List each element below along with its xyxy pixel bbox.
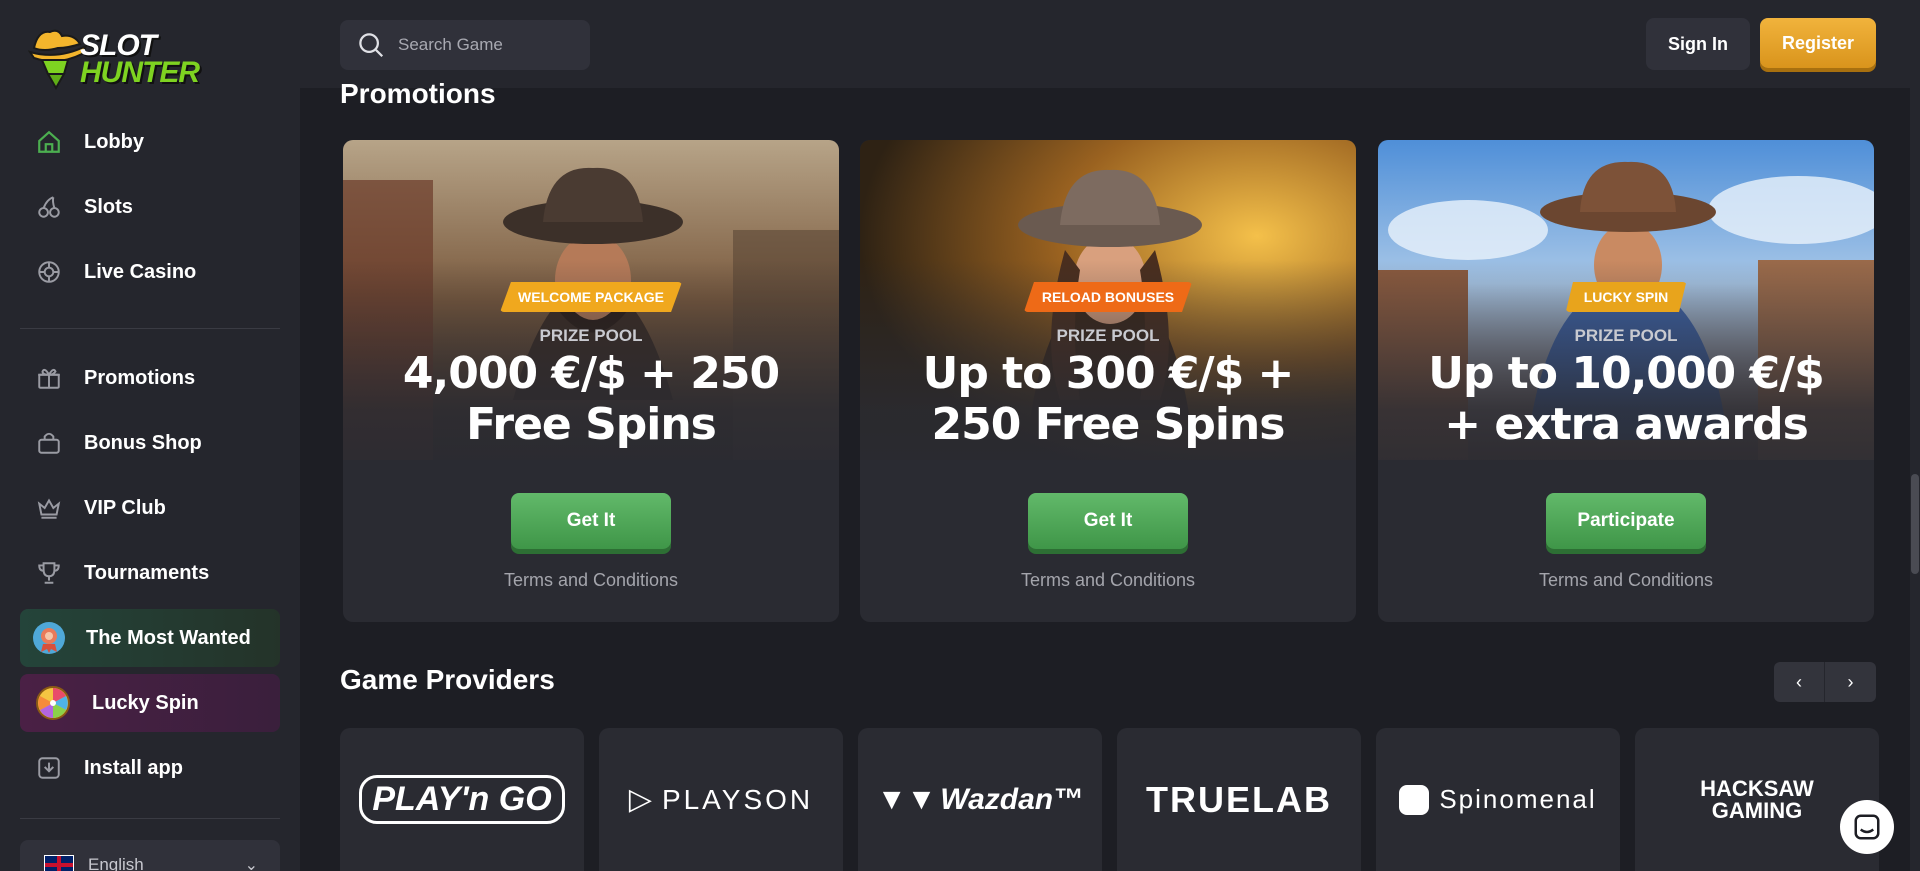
sidebar-item-bonus-shop[interactable]: Bonus Shop [20, 414, 280, 472]
sidebar-item-install-app[interactable]: Install app [20, 739, 280, 797]
promo-title-line: 4,000 €/$ + 250 [402, 348, 780, 399]
sidebar-item-label: Lobby [84, 130, 144, 153]
sidebar-item-most-wanted[interactable]: The Most Wanted [20, 609, 280, 667]
sidebar-item-label: The Most Wanted [86, 626, 251, 649]
sidebar-item-vip-club[interactable]: VIP Club [20, 479, 280, 537]
sidebar: SLOT HUNTER Lobby Slots Live Casino Prom… [0, 0, 300, 871]
provider-logo-truelab: TRUELAB [1146, 778, 1332, 820]
promo-title: Up to 10,000 €/$ + extra awards [1378, 348, 1874, 450]
prize-pool-label: PRIZE POOL [1574, 326, 1678, 345]
sidebar-divider [20, 818, 280, 819]
scrollbar-thumb[interactable] [1911, 474, 1919, 574]
brand-name: SLOT HUNTER [80, 29, 200, 89]
sidebar-item-label: Slots [84, 195, 133, 218]
search-input[interactable]: Search Game [398, 35, 503, 55]
sidebar-item-label: Promotions [84, 366, 196, 389]
next-arrow-button[interactable]: › [1825, 662, 1876, 702]
search-box[interactable]: Search Game [340, 20, 590, 70]
cowboy-hat-logo-icon [28, 29, 88, 91]
sidebar-item-tournaments[interactable]: Tournaments [20, 544, 280, 602]
gift-icon [34, 363, 64, 393]
sidebar-item-label: Tournaments [84, 561, 210, 584]
spinomenal-mark-icon [1399, 784, 1430, 815]
provider-card-spinomenal[interactable]: Spinomenal [1376, 728, 1620, 871]
promo-title-line: 250 Free Spins [931, 399, 1286, 450]
sidebar-item-slots[interactable]: Slots [20, 178, 280, 236]
provider-card-wazdan[interactable]: ▼▼ Wazdan™ [858, 728, 1102, 871]
sign-in-button[interactable]: Sign In [1646, 18, 1750, 70]
provider-carousel-controls: ‹ › [1774, 662, 1876, 702]
sidebar-item-label: Lucky Spin [92, 691, 199, 714]
provider-logo-playngo: PLAY'n GO [359, 775, 565, 824]
sidebar-item-live-casino[interactable]: Live Casino [20, 243, 280, 301]
brand-line-2: HUNTER [80, 56, 200, 89]
get-it-button[interactable]: Get It [511, 493, 671, 549]
get-it-button[interactable]: Get It [1028, 493, 1188, 549]
page-scrollbar[interactable] [1910, 88, 1920, 871]
promo-title-line: Up to 300 €/$ + [922, 348, 1295, 399]
sidebar-item-label: Install app [84, 756, 183, 779]
provider-logo-hacksaw: HACKSAW GAMING [1700, 775, 1814, 823]
promo-badge: LUCKY SPIN [1565, 282, 1687, 312]
top-header: Search Game Sign In Register [300, 0, 1920, 88]
sidebar-item-label: Live Casino [84, 260, 197, 283]
provider-logo-wazdan: Wazdan™ [940, 782, 1084, 816]
badge-icon [30, 619, 68, 657]
wheel-icon [34, 684, 72, 722]
language-selector[interactable]: English ⌄ [20, 840, 280, 871]
promo-card-reload: RELOAD BONUSES PRIZE POOL Up to 300 €/$ … [860, 140, 1356, 622]
provider-card-truelab[interactable]: TRUELAB [1117, 728, 1361, 871]
provider-card-playngo[interactable]: PLAY'n GO [340, 728, 584, 871]
promo-title: 4,000 €/$ + 250 Free Spins [343, 348, 839, 450]
crown-icon [34, 493, 64, 523]
promo-badge: WELCOME PACKAGE [500, 282, 682, 312]
provider-logo-spinomenal: Spinomenal [1439, 784, 1597, 814]
prize-pool-label: PRIZE POOL [539, 326, 643, 345]
trophy-icon [34, 558, 64, 588]
language-label: English [88, 855, 144, 871]
promo-card-welcome: WELCOME PACKAGE PRIZE POOL 4,000 €/$ + 2… [343, 140, 839, 622]
cherry-icon [34, 192, 64, 222]
sidebar-item-label: Bonus Shop [84, 431, 202, 454]
sidebar-item-lobby[interactable]: Lobby [20, 113, 280, 171]
wazdan-mark-icon: ▼▼ [876, 782, 937, 816]
participate-button[interactable]: Participate [1546, 493, 1706, 549]
promo-title-line: Free Spins [466, 399, 717, 450]
sidebar-divider [20, 328, 280, 329]
search-icon [359, 33, 384, 58]
uk-flag-icon [44, 855, 74, 871]
chat-launcher-button[interactable] [1840, 800, 1894, 854]
promotions-title: Promotions [340, 78, 496, 109]
provider-logo-playson: PLAYSON [661, 783, 814, 815]
shopping-bag-icon [34, 428, 64, 458]
download-icon [34, 753, 64, 783]
sidebar-item-label: VIP Club [84, 496, 166, 519]
chevron-down-icon: ⌄ [244, 857, 258, 871]
sidebar-item-promotions[interactable]: Promotions [20, 349, 280, 407]
chip-icon [34, 257, 64, 287]
home-icon [34, 127, 64, 157]
promo-title: Up to 300 €/$ + 250 Free Spins [860, 348, 1356, 450]
sidebar-item-lucky-spin[interactable]: Lucky Spin [20, 674, 280, 732]
provider-card-hacksaw[interactable]: HACKSAW GAMING [1635, 728, 1879, 871]
terms-link[interactable]: Terms and Conditions [860, 570, 1356, 591]
chat-icon [1854, 814, 1880, 840]
terms-link[interactable]: Terms and Conditions [1378, 570, 1874, 591]
game-providers-title: Game Providers [340, 664, 555, 695]
promo-title-line: + extra awards [1444, 399, 1809, 450]
promo-badge: RELOAD BONUSES [1023, 282, 1193, 312]
prev-arrow-button[interactable]: ‹ [1774, 662, 1825, 702]
register-button[interactable]: Register [1760, 18, 1876, 68]
terms-link[interactable]: Terms and Conditions [343, 570, 839, 591]
logo[interactable]: SLOT HUNTER [28, 26, 200, 92]
provider-card-playson[interactable]: ▷ PLAYSON [599, 728, 843, 871]
brand-line-1: SLOT [80, 29, 157, 62]
prize-pool-label: PRIZE POOL [1056, 326, 1160, 345]
play-triangle-icon: ▷ [628, 783, 652, 816]
promo-title-line: Up to 10,000 €/$ [1428, 348, 1825, 399]
promo-card-lucky-spin: LUCKY SPIN PRIZE POOL Up to 10,000 €/$ +… [1378, 140, 1874, 622]
